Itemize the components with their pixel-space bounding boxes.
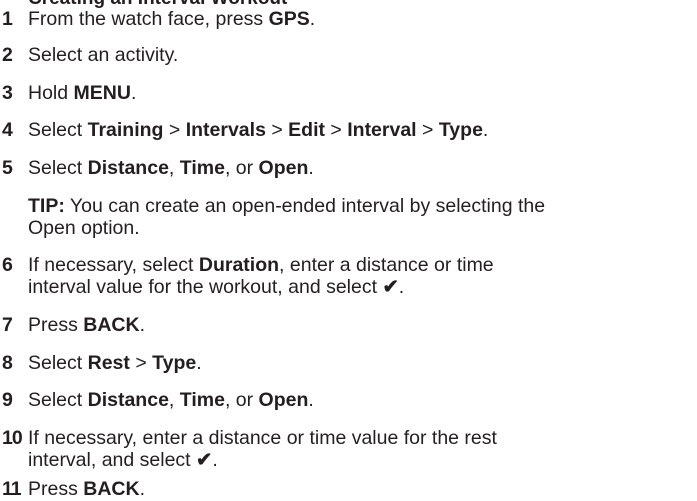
tip-line-2: Open option. [28, 217, 140, 239]
step-text: If necessary, enter a distance or time v… [28, 427, 497, 449]
tip-label: TIP: [28, 195, 65, 217]
tip-line-1: TIP: You can create an open-ended interv… [28, 195, 546, 217]
step-text: interval value for the workout, and sele… [28, 276, 405, 298]
step-number: 4 [2, 119, 13, 141]
step-text: Press BACK. [28, 478, 146, 500]
step-text: Select Training > Intervals > Edit > Int… [28, 119, 489, 141]
checkmark-icon: ✔ [382, 276, 399, 298]
step-text: Select Distance, Time, or Open. [28, 389, 314, 411]
step-number: 6 [2, 254, 13, 276]
step-number: 5 [2, 157, 13, 179]
step-text: Select Distance, Time, or Open. [28, 157, 314, 179]
step-text: Select Rest > Type. [28, 352, 202, 374]
step-text: interval, and select ✔. [28, 449, 218, 471]
step-text: Hold MENU. [28, 82, 137, 104]
step-number: 3 [2, 82, 13, 104]
step-number: 8 [2, 352, 13, 374]
step-text: If necessary, select Duration, enter a d… [28, 254, 494, 276]
step-number: 10 [2, 427, 23, 449]
step-number: 1 [2, 8, 13, 30]
step-number: 2 [2, 44, 13, 66]
step-text: From the watch face, press GPS. [28, 8, 316, 30]
step-text: Select an activity. [28, 44, 179, 66]
checkmark-icon: ✔ [196, 449, 213, 471]
step-number: 9 [2, 389, 13, 411]
step-number: 11 [2, 478, 22, 500]
step-text: Press BACK. [28, 314, 146, 336]
step-number: 7 [2, 314, 13, 336]
